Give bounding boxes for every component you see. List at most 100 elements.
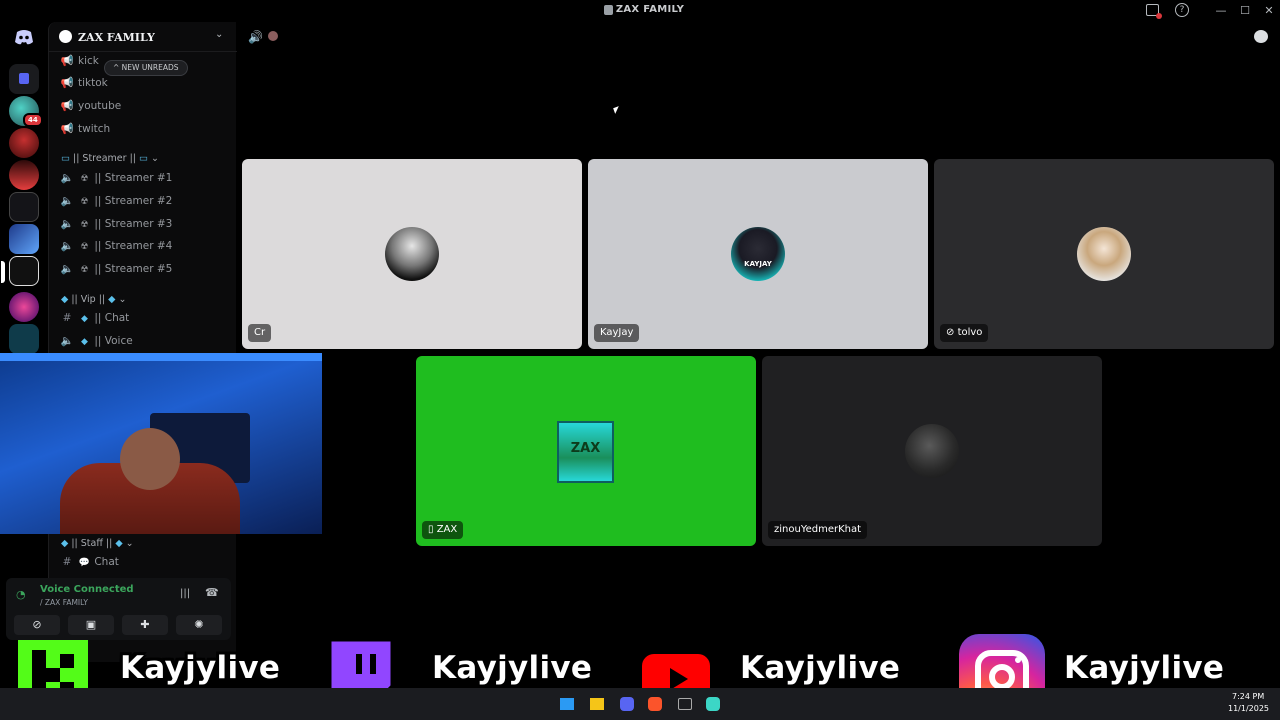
radioactive-icon: ☢ [80,265,89,275]
minimize-button[interactable]: — [1213,3,1229,19]
participant-tile-zinouyedmerkhat[interactable]: zinouYedmerKhat [762,356,1102,546]
channel-label: || Voice [94,335,133,347]
voice-connection-panel: ◔ Voice Connected / ZAX FAMILY ||| ☎ ⊘ ▣… [6,578,231,640]
participant-tile-kayjay[interactable]: KAYJAY KayJay [588,159,928,349]
participant-name: Cr [248,324,272,342]
participant-tile-tolvo[interactable]: ⊘ tolvo [934,159,1274,349]
youtube-handle: Kayjylive [740,650,901,686]
server-icon-5[interactable] [9,224,39,254]
activities-button[interactable]: ✚ [122,615,168,635]
category-label: || Streamer || [73,153,136,164]
voice-channel-name[interactable]: / ZAX FAMILY [40,598,88,607]
window-title: ZAX FAMILY [615,4,685,15]
voice-channel-vip-voice[interactable]: 🔈 ◆ || Voice [59,331,229,351]
server-icon-4[interactable] [9,192,39,222]
voice-channel-streamer-5[interactable]: 🔈 ☢ || Streamer #5 [59,259,229,279]
direct-messages-folder-icon[interactable] [9,64,39,94]
server-icon-2[interactable] [9,128,39,158]
help-icon[interactable]: ? [1175,3,1189,17]
guild-header[interactable]: ZAX FAMILY ⌄ [49,22,237,52]
text-channel-staff-chat[interactable]: # 💬 Chat [59,552,229,572]
channel-label: Chat [94,556,119,568]
hashtag-icon: # [62,312,72,324]
hashtag-icon: # [62,556,72,568]
channel-twitch[interactable]: 📢 twitch [59,119,229,139]
speaker-icon: 🔈 [60,172,74,184]
streamer-webcam-overlay [0,353,322,534]
voice-channel-streamer-1[interactable]: 🔈 ☢ || Streamer #1 [59,168,229,188]
led-strip [0,353,322,361]
instagram-handle: Kayjylive [1064,650,1225,686]
avatar-text: KAYJAY [744,260,772,268]
clock-time[interactable]: 7:24 PM [1232,692,1264,701]
channel-tiktok[interactable]: 📢 tiktok [59,73,229,93]
close-button[interactable]: ✕ [1261,3,1277,19]
clock-date[interactable]: 11/1/2025 [1228,704,1269,713]
participant-tile-cr[interactable]: Cr [242,159,582,349]
category-staff[interactable]: ◆ || Staff || ◆ ⌄ [61,538,134,549]
channel-youtube[interactable]: 📢 youtube [59,96,229,116]
windows-taskbar [0,688,1280,720]
chevron-down-icon[interactable]: ⌄ [215,29,223,40]
speech-bubble-icon: 💬 [78,558,91,568]
server-icon-6[interactable] [9,292,39,322]
server-icon-3[interactable] [9,160,39,190]
server-icon-zax-family[interactable] [1,256,39,286]
gem-icon: ◆ [81,314,88,324]
participant-name-with-device: ▯ ZAX [422,521,464,539]
chevron-down-icon: ⌄ [118,294,127,305]
person-head [120,428,180,490]
radioactive-icon: ☢ [80,174,89,184]
voice-channel-streamer-2[interactable]: 🔈 ☢ || Streamer #2 [59,191,229,211]
discord-home-icon[interactable] [11,24,37,50]
channel-label: || Streamer #3 [94,218,173,230]
kick-handle: Kayjylive [120,650,281,686]
maximize-button[interactable]: ☐ [1237,3,1253,19]
screen-share-button[interactable]: ▣ [68,615,114,635]
channel-emblem-icon [268,31,278,41]
taskbar-app-icon-2[interactable] [678,698,692,710]
avatar: KAYJAY [731,227,785,281]
chat-icon[interactable] [1254,30,1268,43]
noise-suppression-icon[interactable]: ||| [180,588,190,599]
inbox-icon[interactable] [1146,4,1162,19]
gem-icon: ◆ [112,538,123,549]
camera-toggle-button[interactable]: ⊘ [14,615,60,635]
taskbar-app-icon[interactable] [560,698,574,710]
server-icon-1[interactable]: 44 [9,96,43,127]
file-explorer-icon[interactable] [590,698,604,710]
voice-status[interactable]: Voice Connected [40,584,134,595]
announcement-icon: 📢 [60,123,74,135]
voice-channel-streamer-4[interactable]: 🔈 ☢ || Streamer #4 [59,236,229,256]
taskbar-app-icon-3[interactable] [706,697,720,711]
screen-share-icon: ▣ [85,618,97,631]
mobile-icon: ▯ [428,524,437,535]
speaker-icon: 🔈 [60,195,74,207]
brave-browser-icon[interactable] [648,697,662,711]
activities-icon: ✚ [140,618,150,631]
text-channel-vip-chat[interactable]: # ◆ || Chat [59,308,229,328]
avatar-text: ZAX [570,441,601,456]
channel-sidebar: ZAX FAMILY ⌄ 📢 kick ^ NEW UNREADS 📢 tiktok… [48,22,237,662]
channel-label: || Streamer #5 [94,263,173,275]
guild-emblem-icon [59,30,72,43]
signal-icon[interactable]: ◔ [16,588,26,601]
participant-name: zinouYedmerKhat [768,521,868,539]
voice-channel-streamer-3[interactable]: 🔈 ☢ || Streamer #3 [59,214,229,234]
radioactive-icon: ☢ [80,197,89,207]
category-streamer[interactable]: ▭ || Streamer || ▭ ⌄ [61,153,159,164]
speaker-icon: 🔈 [60,218,74,230]
soundboard-button[interactable]: ✺ [176,615,222,635]
channel-label: || Streamer #2 [94,195,173,207]
channel-label: tiktok [78,77,108,89]
server-icon-7[interactable] [9,324,39,354]
announcement-icon: 📢 [60,77,74,89]
category-vip[interactable]: ◆ || Vip || ◆ ⌄ [61,294,126,305]
discord-taskbar-icon[interactable] [620,697,634,711]
disconnect-icon[interactable]: ☎ [205,586,219,599]
participant-name: ZAX [436,524,458,535]
participant-tile-zax[interactable]: ZAX ▯ ZAX [416,356,756,546]
channel-label: kick [78,55,99,67]
channel-label: || Streamer #4 [94,240,173,252]
gem-icon: ◆ [105,294,116,305]
